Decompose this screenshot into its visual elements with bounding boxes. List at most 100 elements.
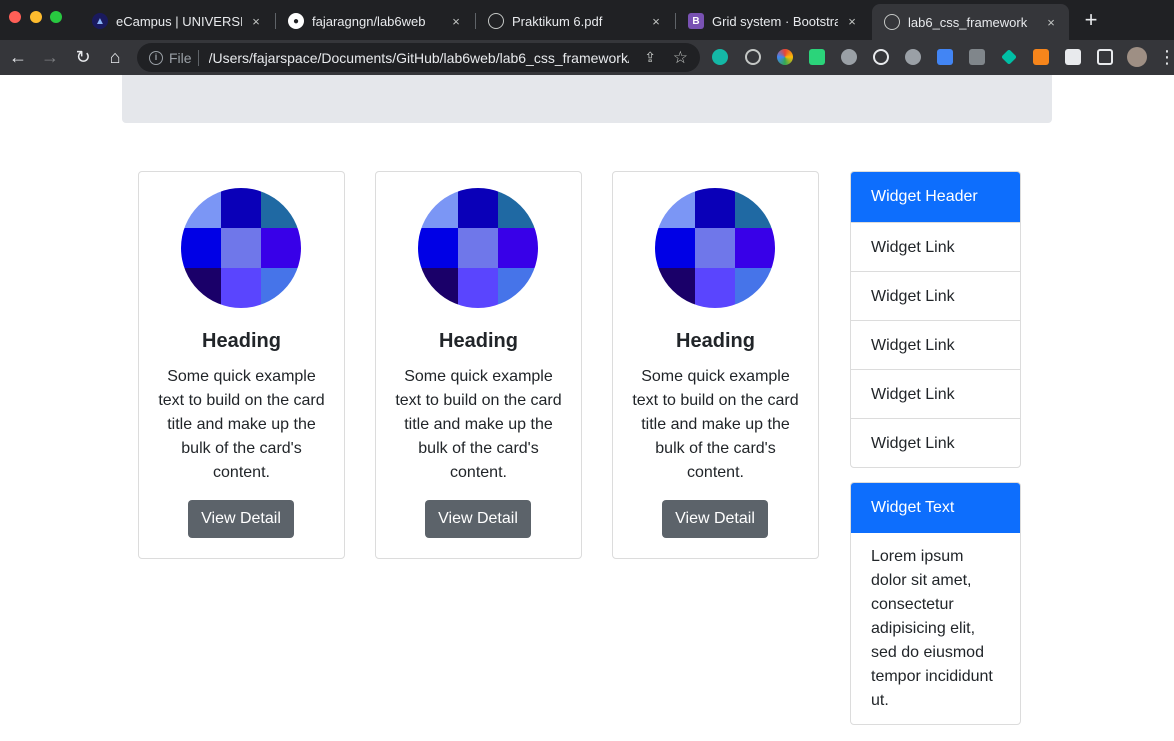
avatar-pixel [458,268,498,308]
card-image [655,188,775,308]
extension-color-icon[interactable] [777,49,793,65]
window-close-button[interactable] [9,11,21,23]
avatar-pixel [735,228,775,268]
browser-tab-pdf[interactable]: Praktikum 6.pdf × [476,6,674,36]
avatar-pixel [695,228,735,268]
avatar-pixel [498,268,538,308]
home-icon[interactable]: ⌂ [103,45,127,69]
card-heading: Heading [202,330,281,352]
avatar-pixel [418,268,458,308]
widget-link[interactable]: Widget Link [851,418,1020,467]
tab-close-icon[interactable]: × [648,14,664,29]
widget-header: Widget Header [851,172,1020,222]
avatar-pixel [735,188,775,228]
avatar-pixel [221,228,261,268]
tab-close-icon[interactable]: × [248,14,264,29]
browser-tab-bar: ▲ eCampus | UNIVERSITAS × ● fajaragngn/l… [0,0,1174,40]
widget-link[interactable]: Widget Link [851,222,1020,271]
avatar-pixel [181,268,221,308]
extension-bulb-icon[interactable] [745,49,761,65]
tab-label: Grid system · Bootstrap [712,13,838,29]
address-bar[interactable]: i File /Users/fajarspace/Documents/GitHu… [137,43,700,72]
github-icon: ● [288,13,304,29]
card-text: Some quick example text to build on the … [158,368,325,481]
browser-tab-lab6-active[interactable]: lab6_css_framework × [872,4,1069,40]
card-text: Some quick example text to build on the … [395,368,562,481]
avatar-pixel [655,268,695,308]
avatar-pixel [498,188,538,228]
avatar-pixel [181,188,221,228]
back-arrow-icon[interactable]: ← [6,45,30,69]
avatar-pixel [418,188,458,228]
globe-icon [884,14,900,30]
widget-link[interactable]: Widget Link [851,271,1020,320]
globe-icon [488,13,504,29]
avatar-pixel [655,188,695,228]
extension-gear-icon[interactable] [905,49,921,65]
card-text: Some quick example text to build on the … [632,368,799,481]
tab-label: lab6_css_framework [908,14,1028,30]
card-3: Heading Some quick example text to build… [612,171,819,559]
window-minimize-button[interactable] [30,11,42,23]
tab-label: Praktikum 6.pdf [512,13,603,29]
avatar-pixel [695,188,735,228]
bookmark-star-icon[interactable]: ☆ [673,48,688,68]
avatar-pixel [458,188,498,228]
address-divider [197,49,199,66]
view-detail-button[interactable]: View Detail [425,500,531,538]
extension-turtle-icon[interactable] [841,49,857,65]
card-heading: Heading [439,330,518,352]
tab-label: eCampus | UNIVERSITAS [116,13,242,29]
widget-link[interactable]: Widget Link [851,369,1020,418]
extension-timer-icon[interactable] [873,49,889,65]
profile-avatar[interactable] [1127,47,1147,67]
reload-icon[interactable]: ↻ [71,45,95,69]
extension-m-icon[interactable] [712,49,728,65]
card-2: Heading Some quick example text to build… [375,171,582,559]
tab-label: fajaragngn/lab6web [312,13,426,29]
bootstrap-icon: B [688,13,704,29]
widget-links: Widget Header Widget Link Widget Link Wi… [850,171,1021,468]
avatar-pixel [655,228,695,268]
extension-fox-icon[interactable] [1033,49,1049,65]
jumbotron [122,75,1052,123]
browser-toolbar: ← → ↻ ⌂ i File /Users/fajarspace/Documen… [0,40,1174,75]
avatar-pixel [221,268,261,308]
avatar-pixel [261,188,301,228]
forward-arrow-icon[interactable]: → [38,45,62,69]
extension-rocket-icon[interactable] [969,49,985,65]
address-url[interactable]: /Users/fajarspace/Documents/GitHub/lab6w… [209,50,629,66]
extension-translate-icon[interactable] [937,49,953,65]
tab-close-icon[interactable]: × [448,14,464,29]
share-icon[interactable]: ⇪ [644,49,656,66]
extensions-puzzle-icon[interactable] [1065,49,1081,65]
card-heading: Heading [676,330,755,352]
browser-tab-github[interactable]: ● fajaragngn/lab6web × [276,6,474,36]
extension-diamond-icon[interactable] [1001,49,1017,65]
menu-dots-icon[interactable]: ⋮ [1158,45,1174,69]
widget-text-body: Lorem ipsum dolor sit amet, consectetur … [871,548,993,709]
card-image [181,188,301,308]
info-icon[interactable]: i [149,50,163,65]
address-scheme: File [169,49,192,66]
browser-tab-ecampus[interactable]: ▲ eCampus | UNIVERSITAS × [80,6,274,36]
avatar-pixel [261,228,301,268]
view-detail-button[interactable]: View Detail [662,500,768,538]
ecampus-icon: ▲ [92,13,108,29]
widget-link[interactable]: Widget Link [851,320,1020,369]
tab-close-icon[interactable]: × [1043,15,1059,30]
avatar-pixel [695,268,735,308]
card-1: Heading Some quick example text to build… [138,171,345,559]
avatar-pixel [221,188,261,228]
view-detail-button[interactable]: View Detail [188,500,294,538]
widget-text: Widget Text Lorem ipsum dolor sit amet, … [850,482,1021,725]
side-panel-icon[interactable] [1097,49,1113,65]
tab-close-icon[interactable]: × [844,14,860,29]
browser-tab-bootstrap[interactable]: B Grid system · Bootstrap × [676,6,870,36]
extension-n-icon[interactable] [809,49,825,65]
window-zoom-button[interactable] [50,11,62,23]
avatar-pixel [418,228,458,268]
avatar-pixel [458,228,498,268]
avatar-pixel [498,228,538,268]
new-tab-button[interactable]: + [1080,9,1102,31]
